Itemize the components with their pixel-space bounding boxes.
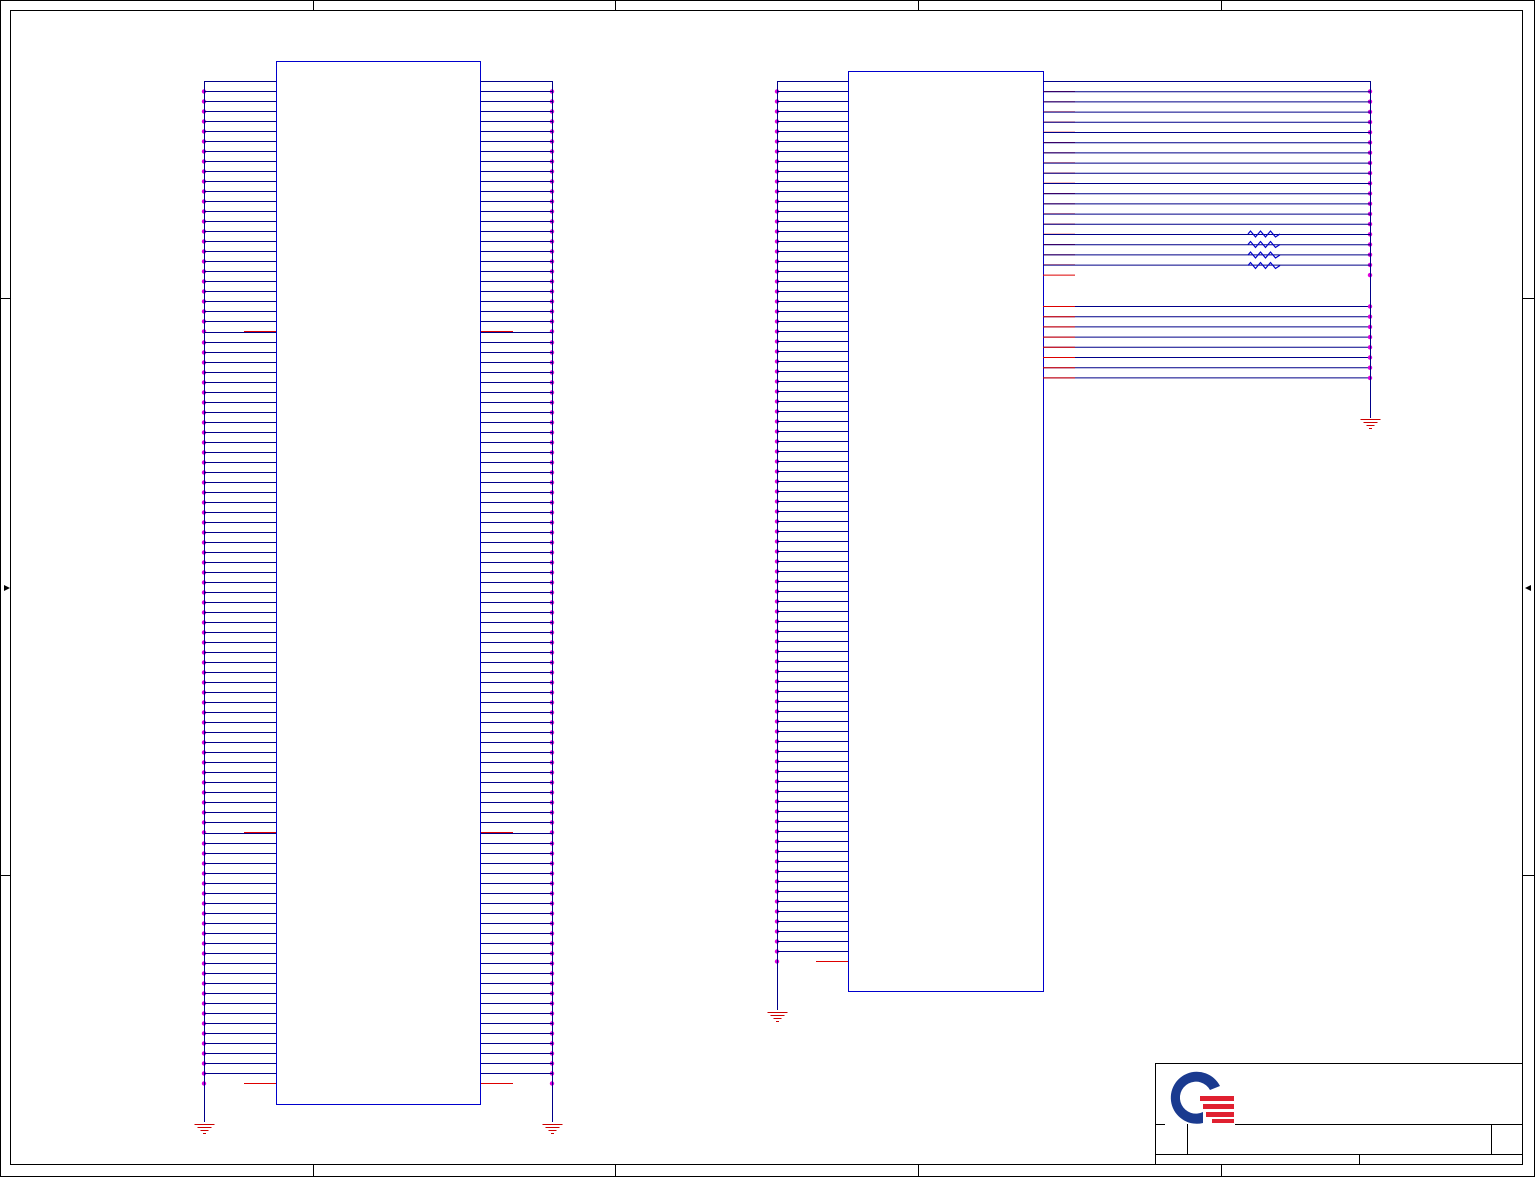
company-logo [1170, 1071, 1234, 1124]
logo-stripe [1200, 1096, 1234, 1101]
zone-markers [0, 0, 1535, 1177]
outer-border [0, 0, 1535, 1177]
left-connector-ic [201, 61, 555, 1122]
zone-arrow-icon [4, 585, 10, 591]
ic-body [848, 71, 1044, 992]
ground-symbols [194, 419, 1381, 1134]
schematic-canvas [0, 0, 1535, 1177]
title-block [1155, 1063, 1523, 1165]
resistor-network [1247, 230, 1281, 270]
logo-stripe [1212, 1119, 1234, 1123]
right-connector-ic [774, 71, 1373, 1010]
schematic-sheet [0, 0, 1535, 1177]
ic-body [276, 61, 481, 1105]
logo-stripe [1203, 1104, 1234, 1109]
zone-arrow-icon [1525, 585, 1531, 591]
logo-stripe [1206, 1112, 1234, 1117]
